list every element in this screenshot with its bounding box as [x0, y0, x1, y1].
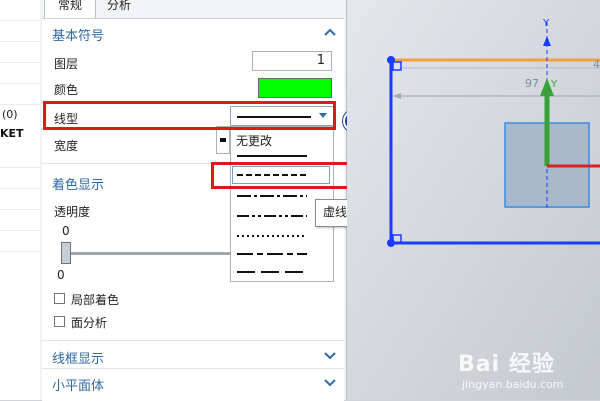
section-shading-display[interactable]: 着色显示 [52, 174, 104, 193]
tab-regular[interactable]: 常规 [44, 0, 96, 18]
linetype-option-no-change[interactable]: 无更改 [232, 129, 332, 148]
color-label: 颜色 [54, 83, 79, 97]
color-swatch-button[interactable] [258, 78, 332, 98]
width-preview-icon [220, 138, 226, 142]
watermark-url: jingyan.baidu.com [462, 378, 564, 391]
dimension-97-label[interactable]: 97 [525, 77, 539, 90]
nav-row[interactable] [0, 231, 40, 252]
layer-input[interactable]: 1 [252, 51, 332, 71]
chevron-down-icon[interactable] [324, 376, 336, 388]
width-select[interactable] [216, 126, 230, 154]
transparency-value: 0 [62, 224, 70, 238]
callout-box-linetype [43, 101, 336, 130]
nav-row[interactable] [0, 21, 40, 42]
solid-line-icon [237, 155, 307, 157]
section-basic-symbol[interactable]: 基本符号 [52, 25, 104, 44]
linetype-option-long-dash[interactable] [232, 245, 332, 263]
divider [42, 368, 344, 369]
long-dash-line-icon [237, 271, 307, 273]
local-shading-checkbox[interactable] [54, 293, 65, 304]
tab-analysis[interactable]: 分析 [96, 0, 142, 18]
width-label: 宽度 [54, 139, 79, 153]
long-dash-dot-line-icon [237, 253, 307, 255]
section-small-plane[interactable]: 小平面体 [52, 375, 104, 394]
nav-row[interactable] [0, 84, 40, 105]
divider [42, 340, 344, 341]
nav-row[interactable] [0, 168, 40, 189]
nav-row[interactable] [0, 147, 40, 168]
linetype-option-dotted[interactable] [232, 227, 332, 245]
local-shading-label: 局部着色 [71, 293, 120, 307]
nav-row[interactable] [0, 0, 40, 21]
nav-row[interactable] [0, 189, 40, 210]
callout-box-dashed [211, 162, 357, 189]
axis-y-label: Y [551, 79, 558, 90]
left-navigator-strip [0, 0, 41, 400]
linetype-option-long-dash-2[interactable] [232, 263, 332, 281]
face-analysis-checkbox[interactable] [54, 316, 65, 327]
dotted-line-icon [237, 235, 307, 237]
graphics-canvas[interactable]: 97 4 Y Y [347, 0, 600, 400]
nav-truncated-label: KET [0, 127, 24, 140]
dimension-partial-label[interactable]: 4 [593, 58, 600, 71]
datum-y-label: Y [543, 18, 550, 29]
slider-min-label: 0 [57, 268, 65, 282]
chevron-up-icon[interactable] [324, 27, 336, 39]
nav-row[interactable] [0, 63, 40, 84]
nav-count: (0) [2, 108, 18, 121]
nav-row[interactable] [0, 42, 40, 63]
nav-row[interactable] [0, 210, 40, 231]
transparency-label: 透明度 [54, 205, 91, 219]
sketch-geometry [347, 0, 600, 400]
face-analysis-label: 面分析 [71, 316, 108, 330]
transparency-slider-thumb[interactable] [61, 242, 71, 264]
transparency-slider-track[interactable] [66, 252, 232, 255]
chevron-down-icon[interactable] [324, 349, 336, 361]
layer-label: 图层 [54, 57, 79, 71]
section-wireframe-display[interactable]: 线框显示 [52, 348, 104, 367]
watermark-brand: Bai 经验 [458, 352, 555, 377]
